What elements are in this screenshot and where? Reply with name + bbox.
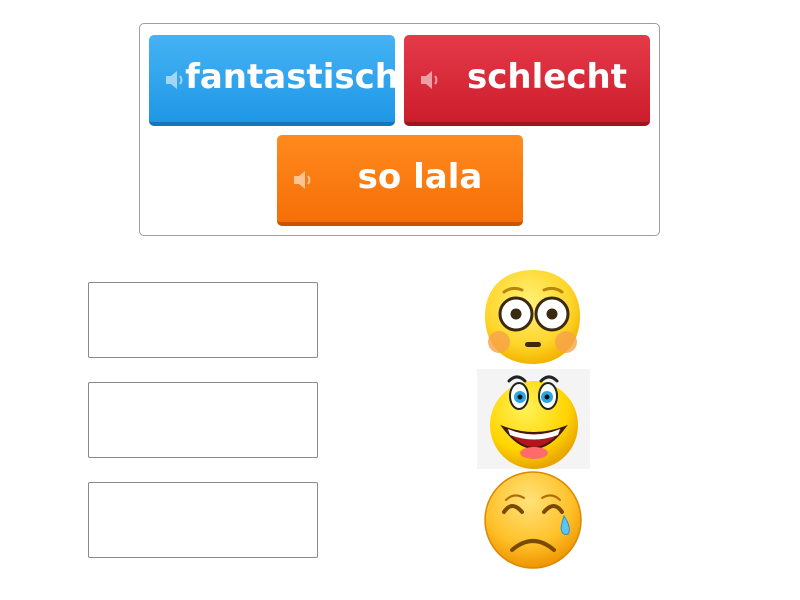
drop-zone-1[interactable] [88, 282, 318, 358]
speaker-icon[interactable] [291, 167, 317, 193]
tile-fantastisch[interactable]: fantastisch [149, 35, 399, 126]
drop-zone-2[interactable] [88, 382, 318, 458]
tile-so-lala[interactable]: so lala [277, 135, 523, 226]
tile-label: schlecht [467, 56, 627, 97]
laughing-face-emoji [477, 369, 590, 469]
crying-face-emoji [484, 471, 582, 569]
speaker-icon[interactable] [418, 67, 444, 93]
drop-zone-3[interactable] [88, 482, 318, 558]
tile-label: fantastisch [185, 56, 399, 97]
flushed-face-emoji [485, 270, 580, 364]
tile-schlecht[interactable]: schlecht [404, 35, 650, 126]
tile-label: so lala [357, 156, 483, 197]
